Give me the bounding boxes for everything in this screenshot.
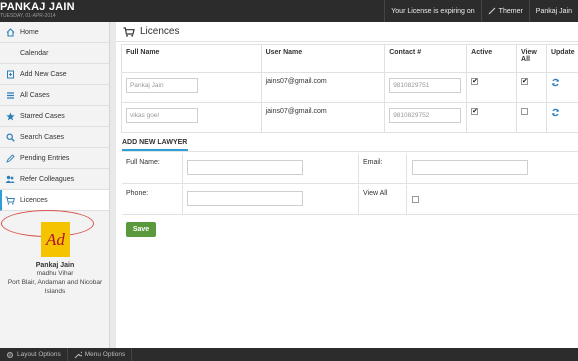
page-header: Licences <box>116 22 578 42</box>
table-row: vikas goel jains07@gmail.com 9810829752 <box>121 102 578 133</box>
themer-button[interactable]: Themer <box>480 0 529 22</box>
search-icon <box>5 132 15 142</box>
star-icon <box>5 111 15 121</box>
new-phone-input[interactable] <box>187 191 303 206</box>
license-notice: Your License is expiring on <box>384 0 480 22</box>
gear-icon <box>6 351 14 358</box>
user-name-cell: jains07@gmail.com <box>260 72 386 103</box>
sidebar-item-starred-cases[interactable]: Starred Cases <box>0 106 109 127</box>
page-title: Licences <box>140 26 180 37</box>
column-header: Active <box>466 44 518 73</box>
sidebar-item-label: Home <box>20 28 39 36</box>
table-row: Pankaj Jain jains07@gmail.com 9810829751 <box>121 72 578 103</box>
user-menu[interactable]: Pankaj Jain <box>528 0 578 22</box>
brand[interactable]: PANKAJ JAIN TUESDAY, 01-APR-2014 <box>0 1 75 19</box>
column-header: Full Name <box>121 44 262 73</box>
cart-icon <box>5 195 15 205</box>
user-name-cell: jains07@gmail.com <box>260 102 386 133</box>
bottom-bar: Layout Options Menu Options <box>0 348 578 361</box>
full-name-field[interactable]: vikas goel <box>126 108 198 123</box>
form-row: Full Name: Email: <box>122 154 578 184</box>
brand-name: PANKAJ JAIN <box>0 1 75 13</box>
main-content: Licences Full Name User Name Contact # A… <box>116 22 578 348</box>
active-checkbox[interactable] <box>471 77 479 85</box>
sidebar-item-add-new-case[interactable]: Add New Case <box>0 64 109 85</box>
column-header: Update <box>545 44 578 73</box>
column-header: Contact # <box>384 44 468 73</box>
divider <box>122 151 578 152</box>
add-lawyer-heading: ADD NEW LAWYER <box>122 139 188 146</box>
firm-logo: Ad <box>40 222 70 257</box>
sidebar-item-label: Add New Case <box>20 70 67 78</box>
refresh-icon[interactable] <box>551 78 560 87</box>
wrench-icon <box>74 351 82 358</box>
menu-options-button[interactable]: Menu Options <box>68 348 133 361</box>
users-icon <box>5 174 15 184</box>
profile-card: Ad Pankaj Jain madhu Vihar Port Blair, A… <box>0 222 110 296</box>
user-menu-label: Pankaj Jain <box>535 7 572 15</box>
column-header: View All <box>516 44 547 73</box>
cart-icon <box>123 26 135 37</box>
save-button[interactable]: Save <box>126 222 156 237</box>
sidebar-item-label: Starred Cases <box>20 112 65 120</box>
sidebar-item-label: All Cases <box>20 91 50 99</box>
logo-text: Ad <box>45 230 65 249</box>
sidebar: Home Calendar Add New Case All Cases Sta… <box>0 22 110 348</box>
sidebar-item-label: Search Cases <box>20 133 64 141</box>
brand-date: TUESDAY, 01-APR-2014 <box>0 13 56 19</box>
refresh-icon[interactable] <box>551 108 560 117</box>
new-email-input[interactable] <box>412 160 528 175</box>
new-view-all-checkbox[interactable] <box>412 196 419 203</box>
sidebar-item-all-cases[interactable]: All Cases <box>0 85 109 106</box>
calendar-icon <box>5 48 15 58</box>
profile-address-line: madhu Vihar <box>36 270 74 277</box>
phone-label: Phone: <box>126 190 149 197</box>
view-all-checkbox[interactable] <box>521 108 529 115</box>
add-document-icon <box>5 69 15 79</box>
menu-options-label: Menu Options <box>84 351 126 358</box>
profile-address-line: Islands <box>44 288 66 295</box>
themer-label: Themer <box>498 7 523 15</box>
new-full-name-input[interactable] <box>187 160 303 175</box>
profile-address-line: Port Blair, Andaman and Nicobar <box>7 279 103 286</box>
full-name-field[interactable]: Pankaj Jain <box>126 78 198 93</box>
sidebar-item-label: Calendar <box>20 49 49 57</box>
top-nav: Your License is expiring on Themer Panka… <box>384 0 578 22</box>
brush-icon <box>488 7 496 15</box>
view-all-checkbox[interactable] <box>521 77 529 85</box>
email-label: Email: <box>363 159 383 166</box>
sidebar-item-licences[interactable]: Licences <box>0 190 109 211</box>
sidebar-item-label: Licences <box>20 196 48 204</box>
sidebar-item-pending-entries[interactable]: Pending Entries <box>0 148 109 169</box>
home-icon <box>5 27 15 37</box>
profile-name: Pankaj Jain <box>35 262 75 269</box>
license-notice-label: Your License is expiring on <box>391 7 475 15</box>
layout-options-label: Layout Options <box>17 351 61 358</box>
sidebar-item-label: Refer Colleagues <box>20 175 75 183</box>
sidebar-item-calendar[interactable]: Calendar <box>0 43 109 64</box>
edit-icon <box>5 153 15 163</box>
sidebar-item-search-cases[interactable]: Search Cases <box>0 127 109 148</box>
active-checkbox[interactable] <box>471 107 479 115</box>
contact-field[interactable]: 9810829751 <box>389 78 462 93</box>
sidebar-item-label: Pending Entries <box>20 154 70 162</box>
view-all-label: View All <box>363 190 388 197</box>
contact-field[interactable]: 9810829752 <box>389 108 462 123</box>
layout-options-button[interactable]: Layout Options <box>0 348 68 361</box>
full-name-label: Full Name: <box>126 159 160 166</box>
list-icon <box>5 90 15 100</box>
column-header: User Name <box>260 44 386 73</box>
top-bar: PANKAJ JAIN TUESDAY, 01-APR-2014 Your Li… <box>0 0 578 22</box>
licences-table: Full Name User Name Contact # Active Vie… <box>121 44 578 133</box>
form-row: Phone: View All <box>122 185 578 215</box>
sidebar-item-refer-colleagues[interactable]: Refer Colleagues <box>0 169 109 190</box>
table-header-row: Full Name User Name Contact # Active Vie… <box>121 44 578 73</box>
sidebar-item-home[interactable]: Home <box>0 22 109 43</box>
